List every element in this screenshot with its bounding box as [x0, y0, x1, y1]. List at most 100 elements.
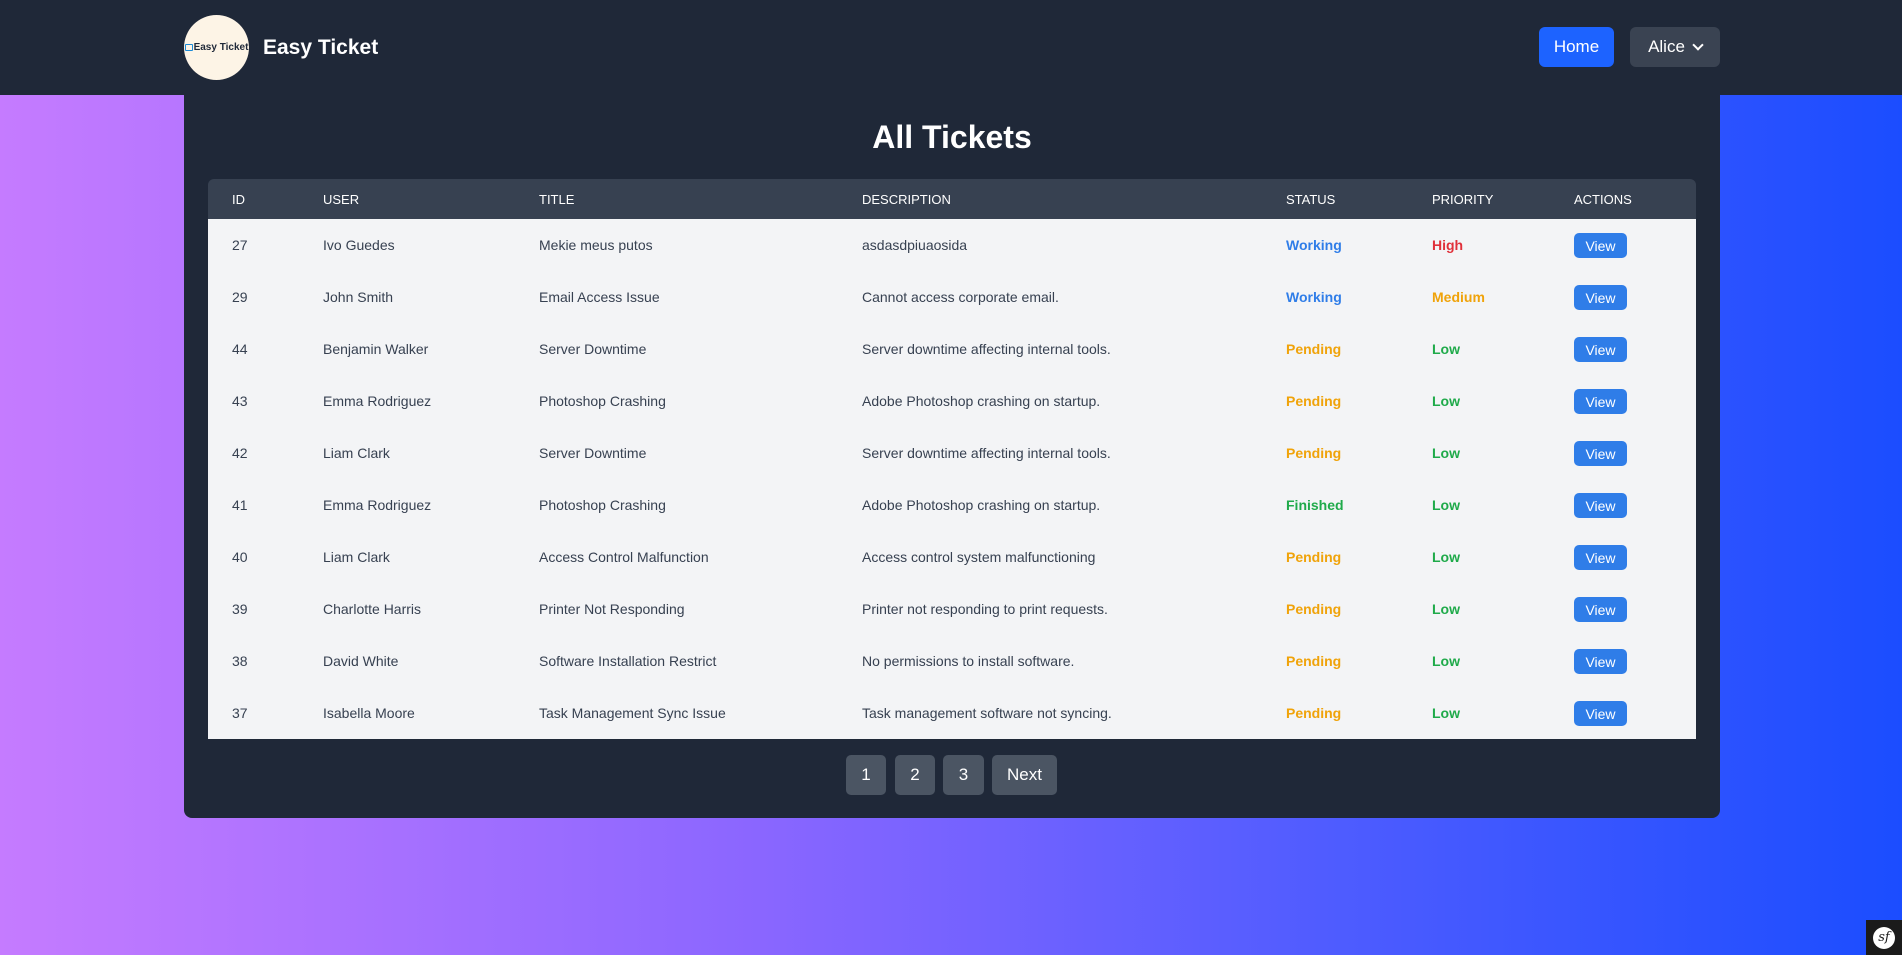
cell-status: Pending — [1286, 705, 1342, 721]
cell-title: Server Downtime — [539, 341, 647, 357]
cell-title: Photoshop Crashing — [539, 497, 666, 513]
cell-description: Server downtime affecting internal tools… — [862, 341, 1111, 357]
page-title: All Tickets — [872, 119, 1032, 155]
cell-user: Ivo Guedes — [323, 237, 395, 253]
page-button-1[interactable]: 1 — [846, 755, 886, 795]
cell-status: Finished — [1286, 497, 1344, 513]
table-row: 27 Ivo Guedes Mekie meus putos asdasdpiuaos… — [208, 219, 1696, 271]
column-header-user: USER — [323, 192, 360, 207]
cell-description: No permissions to install software. — [862, 653, 1075, 669]
view-button[interactable]: View — [1574, 545, 1627, 570]
cell-priority: Low — [1432, 549, 1460, 565]
cell-id: 40 — [232, 549, 248, 565]
cell-status: Pending — [1286, 393, 1342, 409]
navbar: Easy Ticket Easy Ticket Home Alice — [0, 0, 1902, 95]
cell-status: Pending — [1286, 601, 1342, 617]
cell-description: Printer not responding to print requests… — [862, 601, 1108, 617]
ticket-icon — [184, 44, 193, 51]
view-button[interactable]: View — [1574, 493, 1627, 518]
home-button[interactable]: Home — [1539, 27, 1614, 67]
table-body: 27 Ivo Guedes Mekie meus putos asdasdpiuaos… — [208, 219, 1696, 739]
column-header-status: STATUS — [1286, 192, 1336, 207]
table-row: 39 Charlotte Harris Printer Not Responding… — [208, 583, 1696, 635]
column-header-description: DESCRIPTION — [862, 192, 951, 207]
next-page-button[interactable]: Next — [992, 755, 1057, 795]
cell-description: Cannot access corporate email. — [862, 289, 1059, 305]
cell-title: Server Downtime — [539, 445, 647, 461]
cell-status: Working — [1286, 289, 1342, 305]
table-row: 40 Liam Clark Access Control Malfunction Ac… — [208, 531, 1696, 583]
table-row: 41 Emma Rodriguez Photoshop Crashing Adobe … — [208, 479, 1696, 531]
cell-status: Pending — [1286, 341, 1342, 357]
table-row: 43 Emma Rodriguez Photoshop Crashing Adobe … — [208, 375, 1696, 427]
cell-id: 38 — [232, 653, 248, 669]
column-header-title: TITLE — [539, 192, 575, 207]
cell-description: Task management software not syncing. — [862, 705, 1112, 721]
view-button[interactable]: View — [1574, 649, 1627, 674]
cell-user: Liam Clark — [323, 549, 390, 565]
column-header-id: ID — [232, 192, 245, 207]
column-header-priority: PRIORITY — [1432, 192, 1494, 207]
cell-id: 42 — [232, 445, 248, 461]
cell-user: Emma Rodriguez — [323, 393, 432, 409]
page-button-3[interactable]: 3 — [943, 755, 984, 795]
cell-user: Benjamin Walker — [323, 341, 429, 357]
user-menu-button[interactable]: Alice — [1630, 27, 1720, 67]
cell-status: Working — [1286, 237, 1342, 253]
table-row: 37 Isabella Moore Task Management Sync Iss… — [208, 687, 1696, 739]
chevron-down-icon — [1692, 39, 1704, 51]
cell-title: Email Access Issue — [539, 289, 660, 305]
cell-description: asdasdpiuaosida — [862, 237, 968, 253]
cell-description: Server downtime affecting internal tools… — [862, 445, 1111, 461]
logo[interactable]: Easy Ticket — [184, 15, 249, 80]
cell-id: 29 — [232, 289, 248, 305]
cell-id: 41 — [232, 497, 248, 513]
view-button[interactable]: View — [1574, 389, 1627, 414]
cell-priority: Low — [1432, 601, 1460, 617]
view-button[interactable]: View — [1574, 337, 1627, 362]
cell-title: Access Control Malfunction — [539, 549, 709, 565]
cell-user: John Smith — [323, 289, 394, 305]
symfony-toolbar-button[interactable]: sf — [1866, 920, 1902, 955]
logo-text: Easy Ticket — [193, 42, 249, 53]
view-button[interactable]: View — [1574, 441, 1627, 466]
tickets-table: ID USER TITLE DESCRIPTION STATUS PRIORIT… — [208, 179, 1696, 739]
cell-priority: Medium — [1432, 289, 1485, 305]
symfony-icon: sf — [1873, 926, 1895, 949]
cell-priority: Low — [1432, 497, 1460, 513]
cell-priority: Low — [1432, 341, 1460, 357]
view-button[interactable]: View — [1574, 597, 1627, 622]
page-button-2[interactable]: 2 — [895, 755, 935, 795]
cell-user: Isabella Moore — [323, 705, 415, 721]
brand-name[interactable]: Easy Ticket — [263, 36, 378, 60]
cell-title: Printer Not Responding — [539, 601, 685, 617]
cell-id: 43 — [232, 393, 248, 409]
table-row: 38 David White Software Installation Restr… — [208, 635, 1696, 687]
cell-description: Adobe Photoshop crashing on startup. — [862, 497, 1101, 513]
cell-status: Pending — [1286, 653, 1342, 669]
cell-title: Photoshop Crashing — [539, 393, 666, 409]
cell-priority: Low — [1432, 705, 1460, 721]
cell-id: 37 — [232, 705, 248, 721]
view-button[interactable]: View — [1574, 701, 1627, 726]
cell-description: Access control system malfunctioning — [862, 549, 1096, 565]
cell-title: Task Management Sync Issue — [539, 705, 726, 721]
view-button[interactable]: View — [1574, 285, 1627, 310]
cell-title: Software Installation Restrict — [539, 653, 717, 669]
cell-priority: Low — [1432, 445, 1460, 461]
view-button[interactable]: View — [1574, 233, 1627, 258]
tickets-card: All Tickets ID USER TITLE DESCRIPTION ST… — [184, 95, 1720, 818]
cell-description: Adobe Photoshop crashing on startup. — [862, 393, 1101, 409]
table-row: 29 John Smith Email Access Issue Cannot acc… — [208, 271, 1696, 323]
table-row: 44 Benjamin Walker Server Downtime Server d… — [208, 323, 1696, 375]
cell-id: 44 — [232, 341, 248, 357]
pagination: 1 2 3 Next — [184, 755, 1720, 795]
table-row: 42 Liam Clark Server Downtime Server downti… — [208, 427, 1696, 479]
table-header: ID USER TITLE DESCRIPTION STATUS PRIORIT… — [208, 179, 1696, 219]
cell-user: Charlotte Harris — [323, 601, 422, 617]
cell-id: 27 — [232, 237, 248, 253]
cell-priority: Low — [1432, 393, 1460, 409]
cell-status: Pending — [1286, 445, 1342, 461]
cell-status: Pending — [1286, 549, 1342, 565]
cell-title: Mekie meus putos — [539, 237, 653, 253]
